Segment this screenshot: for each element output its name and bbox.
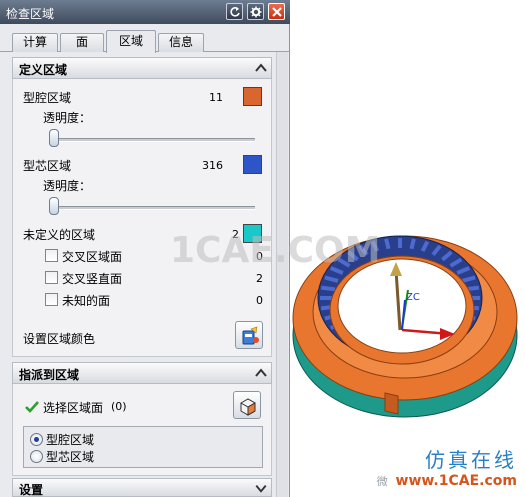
transparency-slider-cavity[interactable] (49, 138, 255, 142)
transparency-slider-thumb-cavity[interactable] (49, 129, 59, 147)
set-region-color-button[interactable] (235, 321, 263, 349)
unknown-faces-label: 未知的面 (62, 294, 111, 308)
select-region-faces-label[interactable]: 选择区域面 (43, 399, 103, 416)
crossing-vertical-checkbox[interactable] (45, 271, 58, 284)
collapse-up-icon[interactable] (252, 364, 270, 382)
region-radio-group: 型腔区域 型芯区域 (23, 426, 263, 468)
core-region-label: 型芯区域 (23, 159, 72, 173)
wechat-glyph: 微 (376, 475, 388, 488)
assign-region-header[interactable]: 指派到区域 (12, 362, 272, 384)
dialog-title: 检查区域 (6, 7, 55, 21)
graphics-viewport[interactable]: ZC 1CAE.COM 仿真在线 微 www.1CAE.com (170, 0, 525, 497)
gear-tooth (384, 238, 391, 250)
radio-cavity-region[interactable] (30, 433, 43, 446)
dialog-titlebar[interactable]: 检查区域 (0, 0, 290, 24)
watermark-text: 1CAE.COM (170, 230, 381, 271)
assign-region-title: 指派到区域 (19, 368, 80, 382)
transparency-slider-thumb-core[interactable] (49, 197, 59, 215)
define-regions-title: 定义区域 (19, 63, 68, 77)
tab-faces[interactable]: 面 (60, 33, 104, 52)
tab-regions[interactable]: 区域 (106, 30, 156, 53)
axis-zc-label: ZC (406, 292, 420, 303)
gear-icon[interactable] (247, 3, 264, 20)
crossing-vertical-label: 交叉竖直面 (62, 272, 123, 286)
checkmark-icon (25, 401, 39, 413)
select-faces-button[interactable] (233, 391, 261, 419)
reset-icon[interactable] (226, 3, 243, 20)
define-regions-body: 型腔区域 11 透明度： 型芯区域 316 透明度： 未定义的区域 2 交叉区域… (12, 79, 272, 357)
radio-core-region-label[interactable]: 型芯区域 (46, 448, 94, 465)
gear-tooth (320, 285, 336, 292)
define-regions-header[interactable]: 定义区域 (12, 57, 272, 79)
unknown-faces-count: 0 (256, 294, 263, 307)
gear-tooth (409, 238, 416, 250)
crossing-vertical-count: 2 (256, 272, 263, 285)
cavity-color-swatch[interactable] (243, 87, 262, 106)
assign-region-body: 选择区域面 (0) 型腔区域 型芯区域 (12, 384, 272, 476)
close-icon[interactable] (268, 3, 285, 20)
cavity-region-count: 11 (209, 91, 223, 104)
brand-url: www.1CAE.com (395, 473, 517, 489)
intersecting-faces-checkbox[interactable] (45, 249, 58, 262)
face-select-icon (240, 398, 256, 416)
select-region-faces-count: (0) (111, 400, 127, 413)
brand-logo: 仿真在线 微 www.1CAE.com (377, 444, 517, 489)
tab-bar: 计算 面 区域 信息 (0, 26, 290, 53)
undefined-region-label: 未定义的区域 (23, 228, 96, 242)
collapse-up-icon[interactable] (252, 59, 270, 77)
settings-header[interactable]: 设置 (12, 478, 272, 497)
transparency-label-core: 透明度： (43, 179, 92, 193)
color-palette-icon (242, 326, 259, 345)
transparency-slider-core[interactable] (49, 206, 255, 210)
expand-down-icon[interactable] (252, 480, 270, 497)
tab-compute[interactable]: 计算 (12, 33, 58, 52)
tab-info[interactable]: 信息 (158, 33, 204, 52)
core-region-count: 316 (202, 159, 223, 172)
transparency-label-cavity: 透明度： (43, 111, 92, 125)
unknown-faces-checkbox[interactable] (45, 293, 58, 306)
set-region-color-label: 设置区域颜色 (23, 332, 96, 346)
brand-name: 仿真在线 (425, 448, 517, 472)
core-color-swatch[interactable] (243, 155, 262, 174)
cavity-region-label: 型腔区域 (23, 91, 72, 105)
intersecting-faces-label: 交叉区域面 (62, 250, 123, 264)
radio-cavity-region-label[interactable]: 型腔区域 (46, 431, 94, 448)
settings-title: 设置 (19, 483, 44, 497)
brand-url-row: 微 www.1CAE.com (377, 473, 517, 489)
dialog-scrollbar[interactable] (276, 52, 288, 497)
radio-core-region[interactable] (30, 450, 43, 463)
